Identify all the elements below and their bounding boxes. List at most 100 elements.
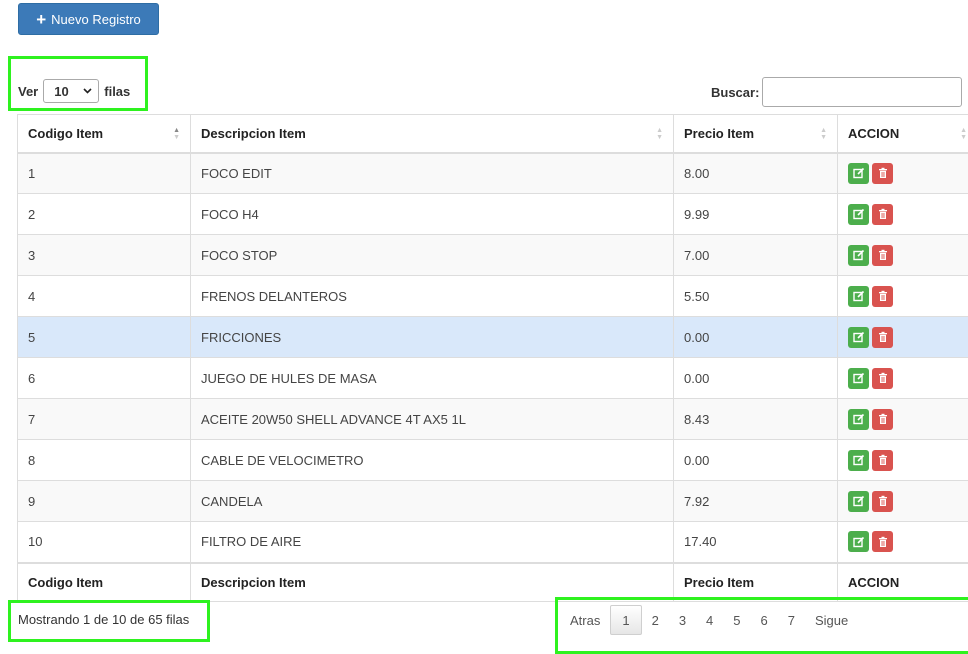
footer-precio: Precio Item xyxy=(673,561,838,602)
delete-button[interactable] xyxy=(872,285,893,307)
table-row[interactable]: 8 CABLE DE VELOCIMETRO 0.00 xyxy=(17,439,968,481)
edit-button[interactable] xyxy=(848,408,869,430)
edit-button[interactable] xyxy=(848,203,869,225)
edit-icon xyxy=(852,167,865,179)
edit-button[interactable] xyxy=(848,244,869,266)
search-input[interactable] xyxy=(762,77,963,107)
table-row[interactable]: 9 CANDELA 7.92 xyxy=(17,480,968,522)
delete-button[interactable] xyxy=(872,408,893,430)
page-5[interactable]: 5 xyxy=(723,605,750,635)
cell-accion xyxy=(837,275,968,317)
cell-descripcion: FOCO H4 xyxy=(190,193,674,235)
edit-button[interactable] xyxy=(848,367,869,389)
edit-icon xyxy=(852,454,865,466)
plus-icon: + xyxy=(36,9,47,29)
delete-button[interactable] xyxy=(872,244,893,266)
search-label: Buscar: xyxy=(711,84,760,100)
cell-codigo: 3 xyxy=(17,234,191,276)
page-length-value: 10 xyxy=(54,83,69,99)
cell-precio: 0.00 xyxy=(673,357,838,399)
sort-icon: ▲ ▼ xyxy=(656,127,663,141)
sort-icon: ▲ ▼ xyxy=(820,127,827,141)
table-row[interactable]: 3 FOCO STOP 7.00 xyxy=(17,234,968,276)
header-accion[interactable]: ACCION ▲ ▼ xyxy=(837,114,968,154)
cell-codigo: 5 xyxy=(17,316,191,358)
table-row[interactable]: 7 ACEITE 20W50 SHELL ADVANCE 4T AX5 1L 8.4… xyxy=(17,398,968,440)
cell-accion xyxy=(837,521,968,563)
cell-precio: 0.00 xyxy=(673,439,838,481)
sort-asc-icon: ▲ ▼ xyxy=(173,127,180,141)
items-table: Codigo Item ▲ ▼ Descripcion Item ▲ ▼ Preci… xyxy=(17,114,968,602)
table-row[interactable]: 1 FOCO EDIT 8.00 xyxy=(17,152,968,194)
page-length-select[interactable]: 10 xyxy=(43,79,100,103)
cell-codigo: 9 xyxy=(17,480,191,522)
edit-icon xyxy=(852,413,865,425)
edit-icon xyxy=(852,208,865,220)
header-codigo[interactable]: Codigo Item ▲ ▼ xyxy=(17,114,191,154)
table-info: Mostrando 1 de 10 de 65 filas xyxy=(18,612,190,627)
trash-icon xyxy=(877,454,889,466)
length-suffix: filas xyxy=(104,83,131,99)
header-descripcion[interactable]: Descripcion Item ▲ ▼ xyxy=(190,114,674,154)
cell-codigo: 7 xyxy=(17,398,191,440)
page-7[interactable]: 7 xyxy=(778,605,805,635)
new-record-button[interactable]: + Nuevo Registro xyxy=(18,3,159,35)
edit-icon xyxy=(852,331,865,343)
page-4[interactable]: 4 xyxy=(696,605,723,635)
trash-icon xyxy=(877,167,889,179)
page-length-control: Ver 10 filas xyxy=(18,79,130,103)
edit-button[interactable] xyxy=(848,531,869,553)
cell-accion xyxy=(837,193,968,235)
cell-codigo: 1 xyxy=(17,152,191,194)
edit-button[interactable] xyxy=(848,490,869,512)
edit-button[interactable] xyxy=(848,449,869,471)
header-precio[interactable]: Precio Item ▲ ▼ xyxy=(673,114,838,154)
edit-button[interactable] xyxy=(848,285,869,307)
delete-button[interactable] xyxy=(872,531,893,553)
edit-icon xyxy=(852,290,865,302)
table-row[interactable]: 2 FOCO H4 9.99 xyxy=(17,193,968,235)
delete-button[interactable] xyxy=(872,367,893,389)
table-row[interactable]: 5 FRICCIONES 0.00 xyxy=(17,316,968,358)
page-3[interactable]: 3 xyxy=(669,605,696,635)
cell-precio: 7.00 xyxy=(673,234,838,276)
chevron-down-icon xyxy=(83,88,92,94)
pagination-next[interactable]: Sigue xyxy=(805,605,858,635)
table-row[interactable]: 10 FILTRO DE AIRE 17.40 xyxy=(17,521,968,563)
edit-button[interactable] xyxy=(848,162,869,184)
page-6[interactable]: 6 xyxy=(751,605,778,635)
cell-accion xyxy=(837,398,968,440)
cell-accion xyxy=(837,316,968,358)
sort-icon: ▲ ▼ xyxy=(960,127,967,141)
cell-precio: 9.99 xyxy=(673,193,838,235)
cell-accion xyxy=(837,234,968,276)
trash-icon xyxy=(877,372,889,384)
cell-precio: 17.40 xyxy=(673,521,838,563)
edit-button[interactable] xyxy=(848,326,869,348)
cell-descripcion: ACEITE 20W50 SHELL ADVANCE 4T AX5 1L xyxy=(190,398,674,440)
page-1[interactable]: 1 xyxy=(610,605,642,635)
cell-descripcion: JUEGO DE HULES DE MASA xyxy=(190,357,674,399)
cell-precio: 8.00 xyxy=(673,152,838,194)
delete-button[interactable] xyxy=(872,326,893,348)
delete-button[interactable] xyxy=(872,449,893,471)
cell-precio: 0.00 xyxy=(673,316,838,358)
edit-icon xyxy=(852,536,865,548)
trash-icon xyxy=(877,249,889,261)
cell-accion xyxy=(837,152,968,194)
cell-codigo: 4 xyxy=(17,275,191,317)
cell-accion xyxy=(837,357,968,399)
cell-descripcion: CABLE DE VELOCIMETRO xyxy=(190,439,674,481)
cell-precio: 5.50 xyxy=(673,275,838,317)
pagination-prev[interactable]: Atras xyxy=(560,605,610,635)
delete-button[interactable] xyxy=(872,490,893,512)
table-row[interactable]: 4 FRENOS DELANTEROS 5.50 xyxy=(17,275,968,317)
trash-icon xyxy=(877,331,889,343)
footer-descripcion: Descripcion Item xyxy=(190,561,674,602)
delete-button[interactable] xyxy=(872,203,893,225)
table-row[interactable]: 6 JUEGO DE HULES DE MASA 0.00 xyxy=(17,357,968,399)
search-control: Buscar: xyxy=(711,77,963,107)
delete-button[interactable] xyxy=(872,162,893,184)
cell-codigo: 8 xyxy=(17,439,191,481)
page-2[interactable]: 2 xyxy=(642,605,669,635)
